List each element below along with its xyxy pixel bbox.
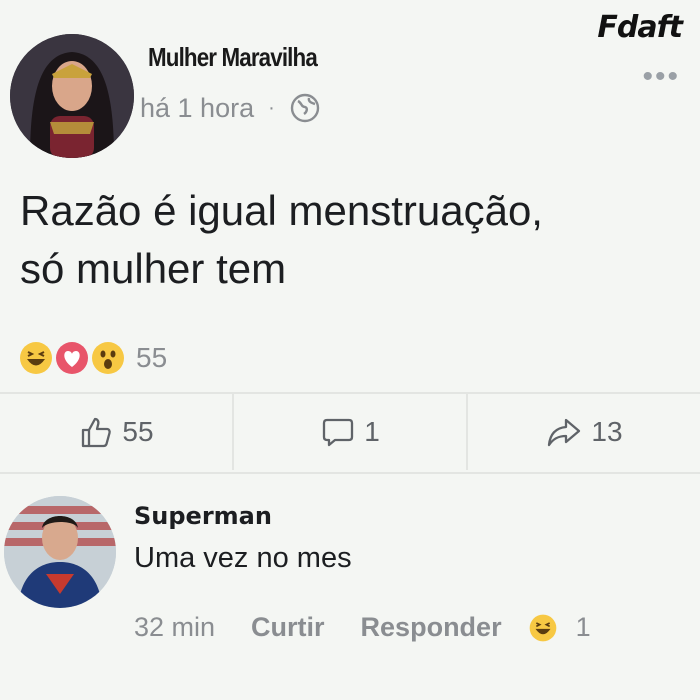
- meta-separator: ·: [268, 96, 275, 119]
- reactions-summary[interactable]: 55: [16, 338, 167, 378]
- more-options-button[interactable]: •••: [642, 60, 680, 94]
- comment-reaction-count: 1: [575, 612, 591, 642]
- post-text: Razão é igual menstruação, só mulher tem: [20, 182, 680, 298]
- comment-author-name[interactable]: Superman: [134, 502, 272, 530]
- comment-reply-button[interactable]: Responder: [361, 612, 502, 643]
- share-button[interactable]: 13: [468, 394, 700, 470]
- post-author-avatar[interactable]: [10, 34, 134, 158]
- haha-reaction-icon: [16, 338, 56, 378]
- love-reaction-icon: [52, 338, 92, 378]
- watermark: Fdaft: [597, 10, 683, 45]
- like-button[interactable]: 55: [0, 394, 232, 470]
- reaction-count: 55: [136, 342, 168, 373]
- comment-count: 1: [364, 416, 380, 447]
- comment-like-button[interactable]: Curtir: [251, 612, 325, 643]
- share-arrow-icon: [548, 418, 581, 447]
- post-meta: há 1 hora ·: [140, 92, 321, 124]
- comment-text: Uma vez no mes: [134, 542, 352, 574]
- post-text-line: só mulher tem: [20, 245, 287, 292]
- post-action-bar: 55 1 13: [0, 394, 700, 470]
- thumbs-up-icon: [82, 417, 112, 448]
- post-time[interactable]: há 1 hora: [140, 93, 254, 124]
- haha-reaction-icon[interactable]: [528, 613, 558, 643]
- like-count: 55: [122, 416, 154, 447]
- share-count: 13: [591, 416, 623, 447]
- comment-time[interactable]: 32 min: [134, 612, 215, 643]
- comment-button[interactable]: 1: [234, 394, 466, 470]
- post-author-name[interactable]: Mulher Maravilha: [148, 42, 318, 73]
- comment-actions: 32 min Curtir Responder 1: [134, 612, 591, 643]
- comment-bubble-icon: [323, 418, 354, 447]
- post-text-line: Razão é igual menstruação,: [20, 187, 543, 234]
- globe-icon: [290, 93, 319, 123]
- comment-author-avatar[interactable]: [4, 496, 116, 608]
- divider: [0, 472, 700, 474]
- wow-reaction-icon: [88, 338, 128, 378]
